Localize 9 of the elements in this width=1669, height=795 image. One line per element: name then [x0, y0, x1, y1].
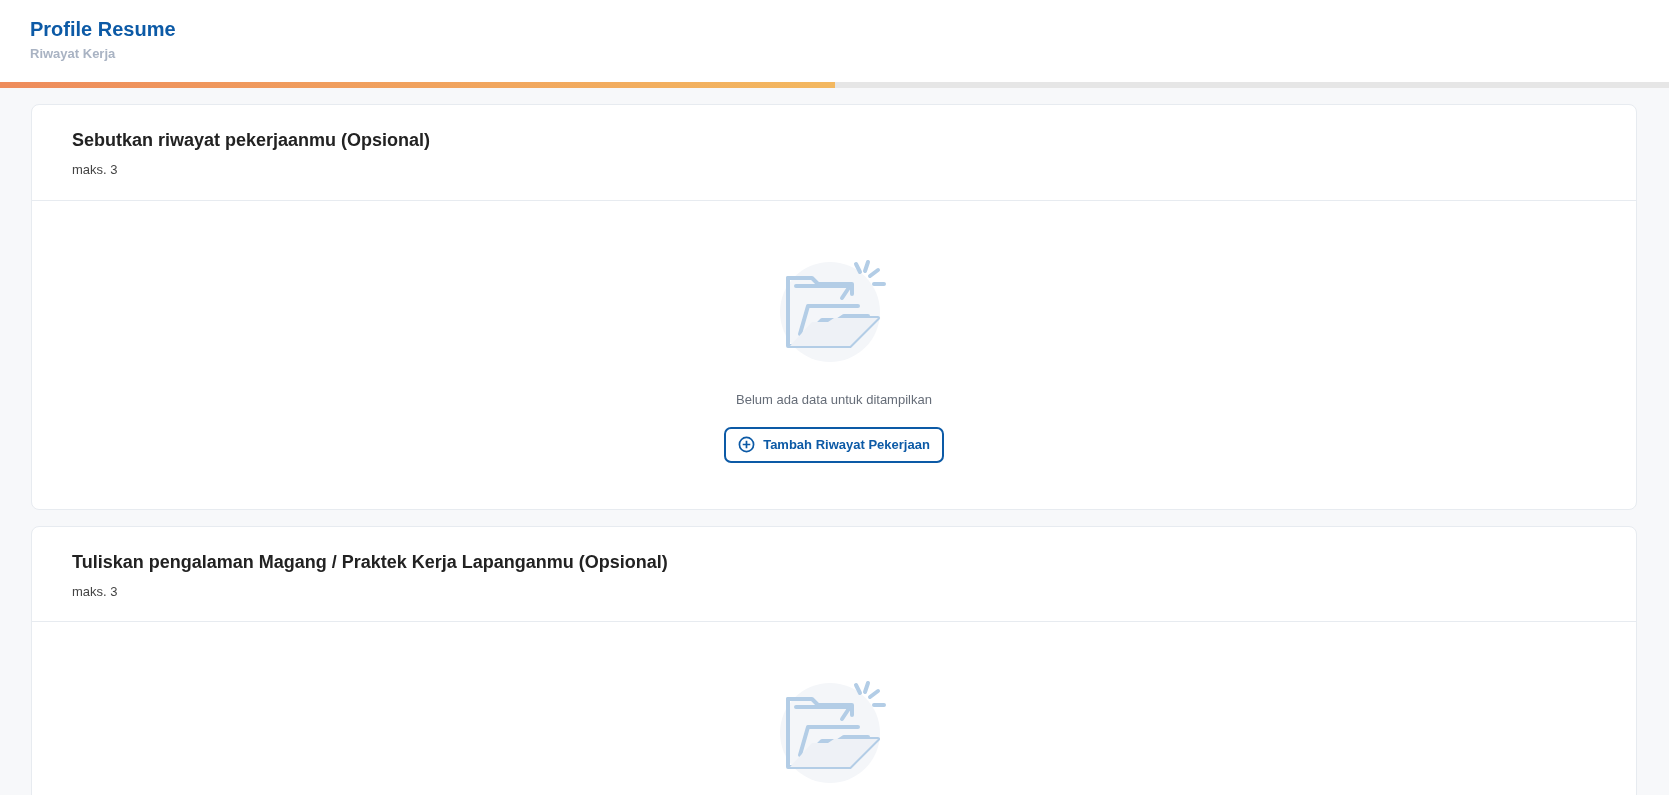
- plus-circle-icon: [738, 436, 756, 454]
- page-title: Profile Resume: [30, 17, 177, 42]
- empty-state-text: Belum ada data untuk ditampilkan: [736, 390, 932, 409]
- section-title: Tuliskan pengalaman Magang / Praktek Kerja Lapanganmu (Opsional): [72, 550, 669, 574]
- section-title: Sebutkan riwayat pekerjaanmu (Opsional): [72, 129, 432, 152]
- section-note: maks. 3: [72, 582, 119, 601]
- page-subtitle: Riwayat Kerja: [30, 45, 117, 63]
- section-note: maks. 3: [72, 161, 119, 179]
- add-button[interactable]: Tambah Riwayat Pekerjaan: [724, 427, 944, 463]
